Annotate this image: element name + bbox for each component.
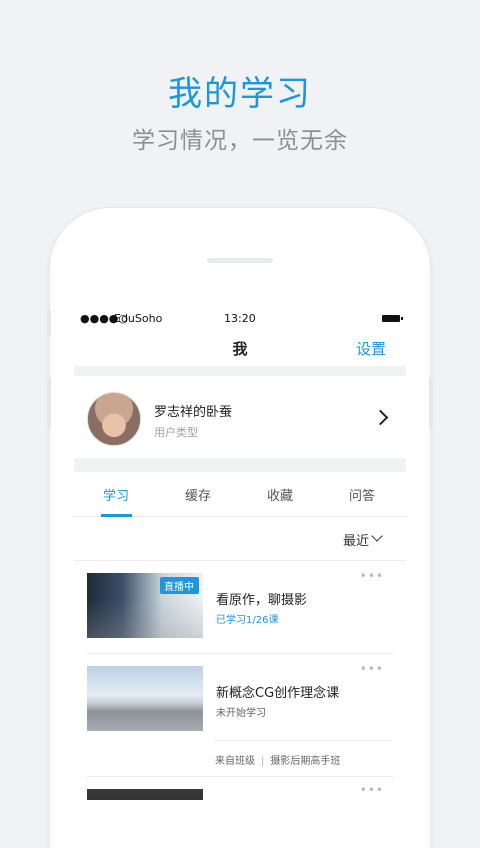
course-title: 看原作，聊摄影 — [216, 593, 308, 608]
live-badge: 直播中 — [160, 577, 199, 594]
tab-cache[interactable]: 缓存 — [168, 485, 228, 504]
course-thumbnail: 直播中 — [87, 573, 203, 638]
course-item[interactable]: 直播中 ••• 看原作，聊摄影 已学习1/26课 — [74, 561, 406, 653]
tab-study[interactable]: 学习 — [86, 485, 146, 504]
course-progress: 未开始学习 — [216, 708, 266, 719]
more-options-icon[interactable]: ••• — [360, 569, 384, 583]
tab-bar: 学习 缓存 收藏 问答 — [74, 472, 406, 517]
promo-subheadline: 学习情况，一览无余 — [132, 128, 348, 154]
nav-bar: 我 设置 — [74, 330, 406, 366]
status-time: 13:20 — [224, 312, 256, 325]
phone-speaker — [207, 258, 273, 263]
status-bar: ●●●●○ EduSoho 13:20 — [74, 310, 404, 328]
course-progress: 已学习1/26课 — [216, 615, 279, 626]
course-thumbnail — [87, 666, 203, 731]
separator: | — [261, 756, 265, 767]
avatar — [87, 392, 141, 446]
course-item[interactable]: ••• — [74, 777, 406, 800]
sort-label: 最近 — [342, 534, 369, 549]
course-thumbnail — [87, 789, 203, 800]
phone-side-button — [47, 310, 51, 336]
class-name: 摄影后期高手班 — [270, 756, 341, 767]
active-tab-indicator — [101, 514, 132, 517]
profile-name: 罗志祥的卧蚕 — [154, 405, 233, 420]
profile-role: 用户类型 — [154, 426, 198, 439]
divider — [214, 740, 392, 741]
section-gap — [74, 366, 406, 376]
course-title: 新概念CG创作理念课 — [216, 686, 340, 701]
promo-headline: 我的学习 — [168, 74, 312, 114]
phone-side-button — [429, 378, 433, 428]
carrier-name: EduSoho — [114, 312, 163, 325]
sort-filter[interactable]: 最近 — [74, 518, 406, 561]
chevron-down-icon — [371, 530, 383, 542]
more-options-icon[interactable]: ••• — [360, 662, 384, 676]
tab-qa[interactable]: 问答 — [332, 485, 392, 504]
profile-card[interactable]: 罗志祥的卧蚕 用户类型 — [74, 376, 406, 458]
battery-icon — [382, 315, 403, 322]
more-options-icon[interactable]: ••• — [360, 783, 384, 797]
class-source-label: 来自班级 — [215, 756, 255, 767]
tab-favorites[interactable]: 收藏 — [250, 485, 310, 504]
section-gap — [74, 458, 406, 472]
class-source[interactable]: 来自班级 | 摄影后期高手班 — [215, 752, 340, 767]
chevron-right-icon — [372, 409, 389, 426]
settings-button[interactable]: 设置 — [356, 338, 386, 359]
phone-side-button — [47, 378, 51, 428]
